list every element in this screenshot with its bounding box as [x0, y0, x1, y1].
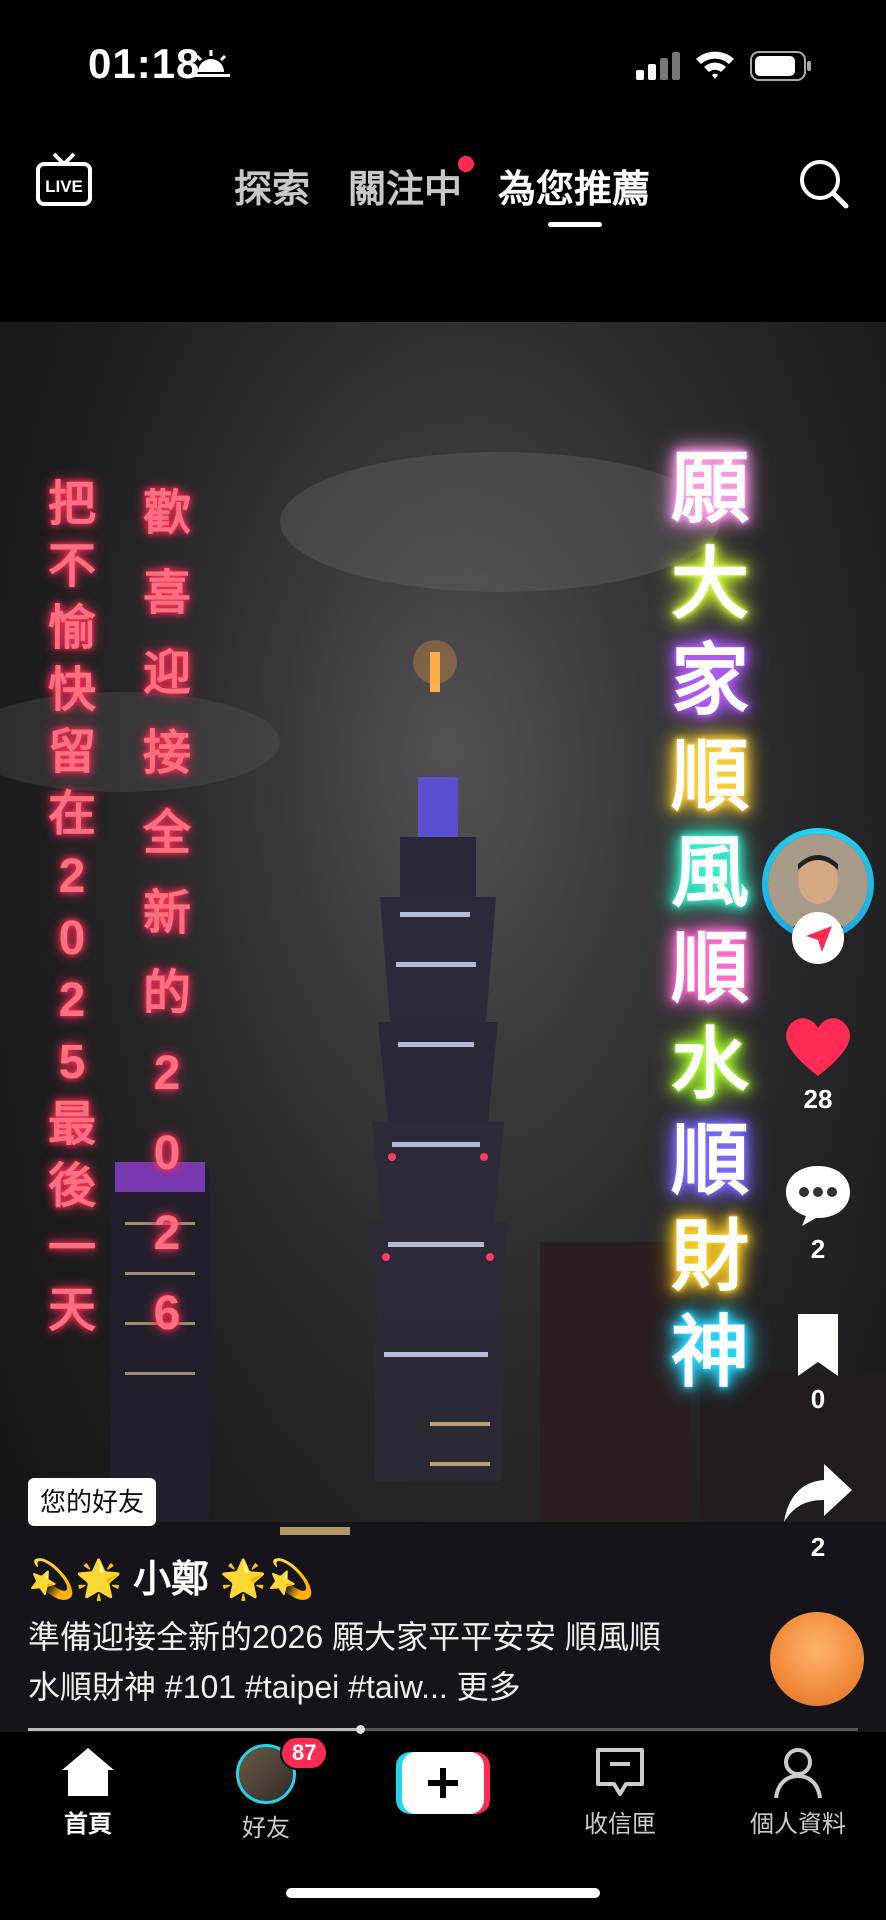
overlay-char: 愉 — [48, 602, 97, 655]
overlay-char: 最 — [48, 1098, 97, 1151]
nav-friends[interactable]: 87 好友 — [196, 1736, 336, 1843]
overlay-char: 快 — [48, 664, 97, 717]
overlay-char: 留 — [48, 726, 97, 779]
share-count: 2 — [810, 1532, 826, 1562]
video-progress-fill — [28, 1728, 360, 1731]
nav-profile[interactable]: 個人資料 — [728, 1744, 868, 1839]
active-tab-indicator — [548, 222, 602, 227]
nav-friends-label: 好友 — [242, 1815, 290, 1842]
inbox-icon — [596, 1748, 644, 1796]
tab-following[interactable]: 關注中 — [348, 158, 462, 213]
overlay-char: 歡 — [142, 487, 191, 540]
video-progress-handle[interactable] — [356, 1725, 365, 1734]
overlay-char-neon: 家 — [670, 636, 749, 724]
home-indicator — [286, 1888, 600, 1898]
overlay-char: 的 — [142, 967, 191, 1020]
overlay-char-neon: 願 — [670, 444, 749, 532]
save-count: 0 — [810, 1384, 826, 1414]
overlay-char: 新 — [142, 887, 191, 940]
overlay-char: 2 — [153, 1047, 181, 1100]
overlay-char: 後 — [48, 1160, 97, 1213]
share-arrow-icon[interactable] — [780, 1458, 856, 1528]
overlay-char: 0 — [58, 912, 86, 965]
overlay-char: 2 — [58, 850, 86, 903]
overlay-char: 2 — [58, 974, 86, 1027]
overlay-char: 0 — [153, 1127, 181, 1180]
comment-count: 2 — [810, 1234, 826, 1264]
friend-label: 您的好友 — [28, 1478, 157, 1526]
overlay-char: 在 — [48, 788, 97, 841]
cellular-signal-icon — [636, 52, 680, 80]
music-disc-icon[interactable] — [770, 1612, 864, 1706]
friends-badge: 87 — [280, 1736, 329, 1770]
create-plus-button[interactable] — [396, 1752, 490, 1814]
svg-text:LIVE: LIVE — [45, 177, 83, 196]
overlay-char: 5 — [58, 1036, 86, 1089]
overlay-char: 接 — [142, 727, 191, 780]
home-icon — [62, 1748, 114, 1796]
overlay-char-neon: 順 — [670, 1116, 749, 1204]
overlay-char-neon: 大 — [670, 540, 749, 628]
tab-for-you[interactable]: 為您推薦 — [498, 158, 650, 213]
overlay-char-neon: 風 — [670, 828, 749, 916]
overlay-char-neon: 財 — [670, 1212, 749, 1300]
overlay-text-left-1: 把不愉快留在 2 0 2 5 最後一天 — [48, 474, 96, 1342]
status-bar: 01:18 — [0, 0, 886, 120]
overlay-char: 不 — [48, 540, 97, 593]
status-time: 01:18 — [88, 40, 201, 87]
nav-profile-label: 個人資料 — [750, 1811, 846, 1838]
creator-username[interactable]: 💫🌟 小鄭 🌟💫 — [28, 1548, 314, 1603]
like-heart-icon[interactable] — [780, 1010, 856, 1080]
like-count: 28 — [803, 1084, 833, 1114]
tab-explore[interactable]: 探索 — [234, 158, 310, 213]
overlay-char-neon: 順 — [670, 732, 749, 820]
nav-home[interactable]: 首頁 — [18, 1744, 158, 1839]
follow-send-icon[interactable] — [792, 912, 844, 964]
overlay-char: 把 — [48, 478, 97, 531]
overlay-char: 2 — [153, 1207, 181, 1260]
bookmark-icon[interactable] — [780, 1310, 856, 1380]
overlay-char: 一 — [48, 1222, 97, 1275]
sunrise-icon — [192, 50, 230, 77]
overlay-char: 喜 — [142, 567, 191, 620]
overlay-char-neon: 神 — [670, 1308, 749, 1396]
nav-inbox[interactable]: 收信匣 — [550, 1744, 690, 1839]
overlay-char-neon: 順 — [670, 924, 749, 1012]
live-icon[interactable]: LIVE — [34, 152, 94, 210]
overlay-char: 天 — [48, 1284, 97, 1337]
profile-icon — [774, 1748, 822, 1799]
battery-icon — [750, 51, 811, 81]
overlay-char: 迎 — [142, 647, 191, 700]
nav-inbox-label: 收信匣 — [584, 1811, 656, 1838]
search-icon[interactable] — [796, 156, 850, 210]
nav-home-label: 首頁 — [64, 1811, 112, 1838]
overlay-text-right: 願大家順風順水順財神 — [660, 440, 760, 1400]
overlay-char: 6 — [153, 1287, 181, 1340]
video-caption[interactable]: 準備迎接全新的2026 願大家平平安安 順風順水順財神 #101 #taipei… — [28, 1612, 668, 1712]
notification-dot — [458, 156, 474, 172]
comment-icon[interactable] — [780, 1160, 856, 1230]
wifi-icon — [696, 51, 734, 79]
overlay-char: 全 — [142, 807, 191, 860]
overlay-char-neon: 水 — [670, 1020, 749, 1108]
top-navigation — [0, 120, 886, 320]
overlay-text-left-2: 歡喜迎接全新的 2 0 2 6 — [140, 474, 194, 1354]
